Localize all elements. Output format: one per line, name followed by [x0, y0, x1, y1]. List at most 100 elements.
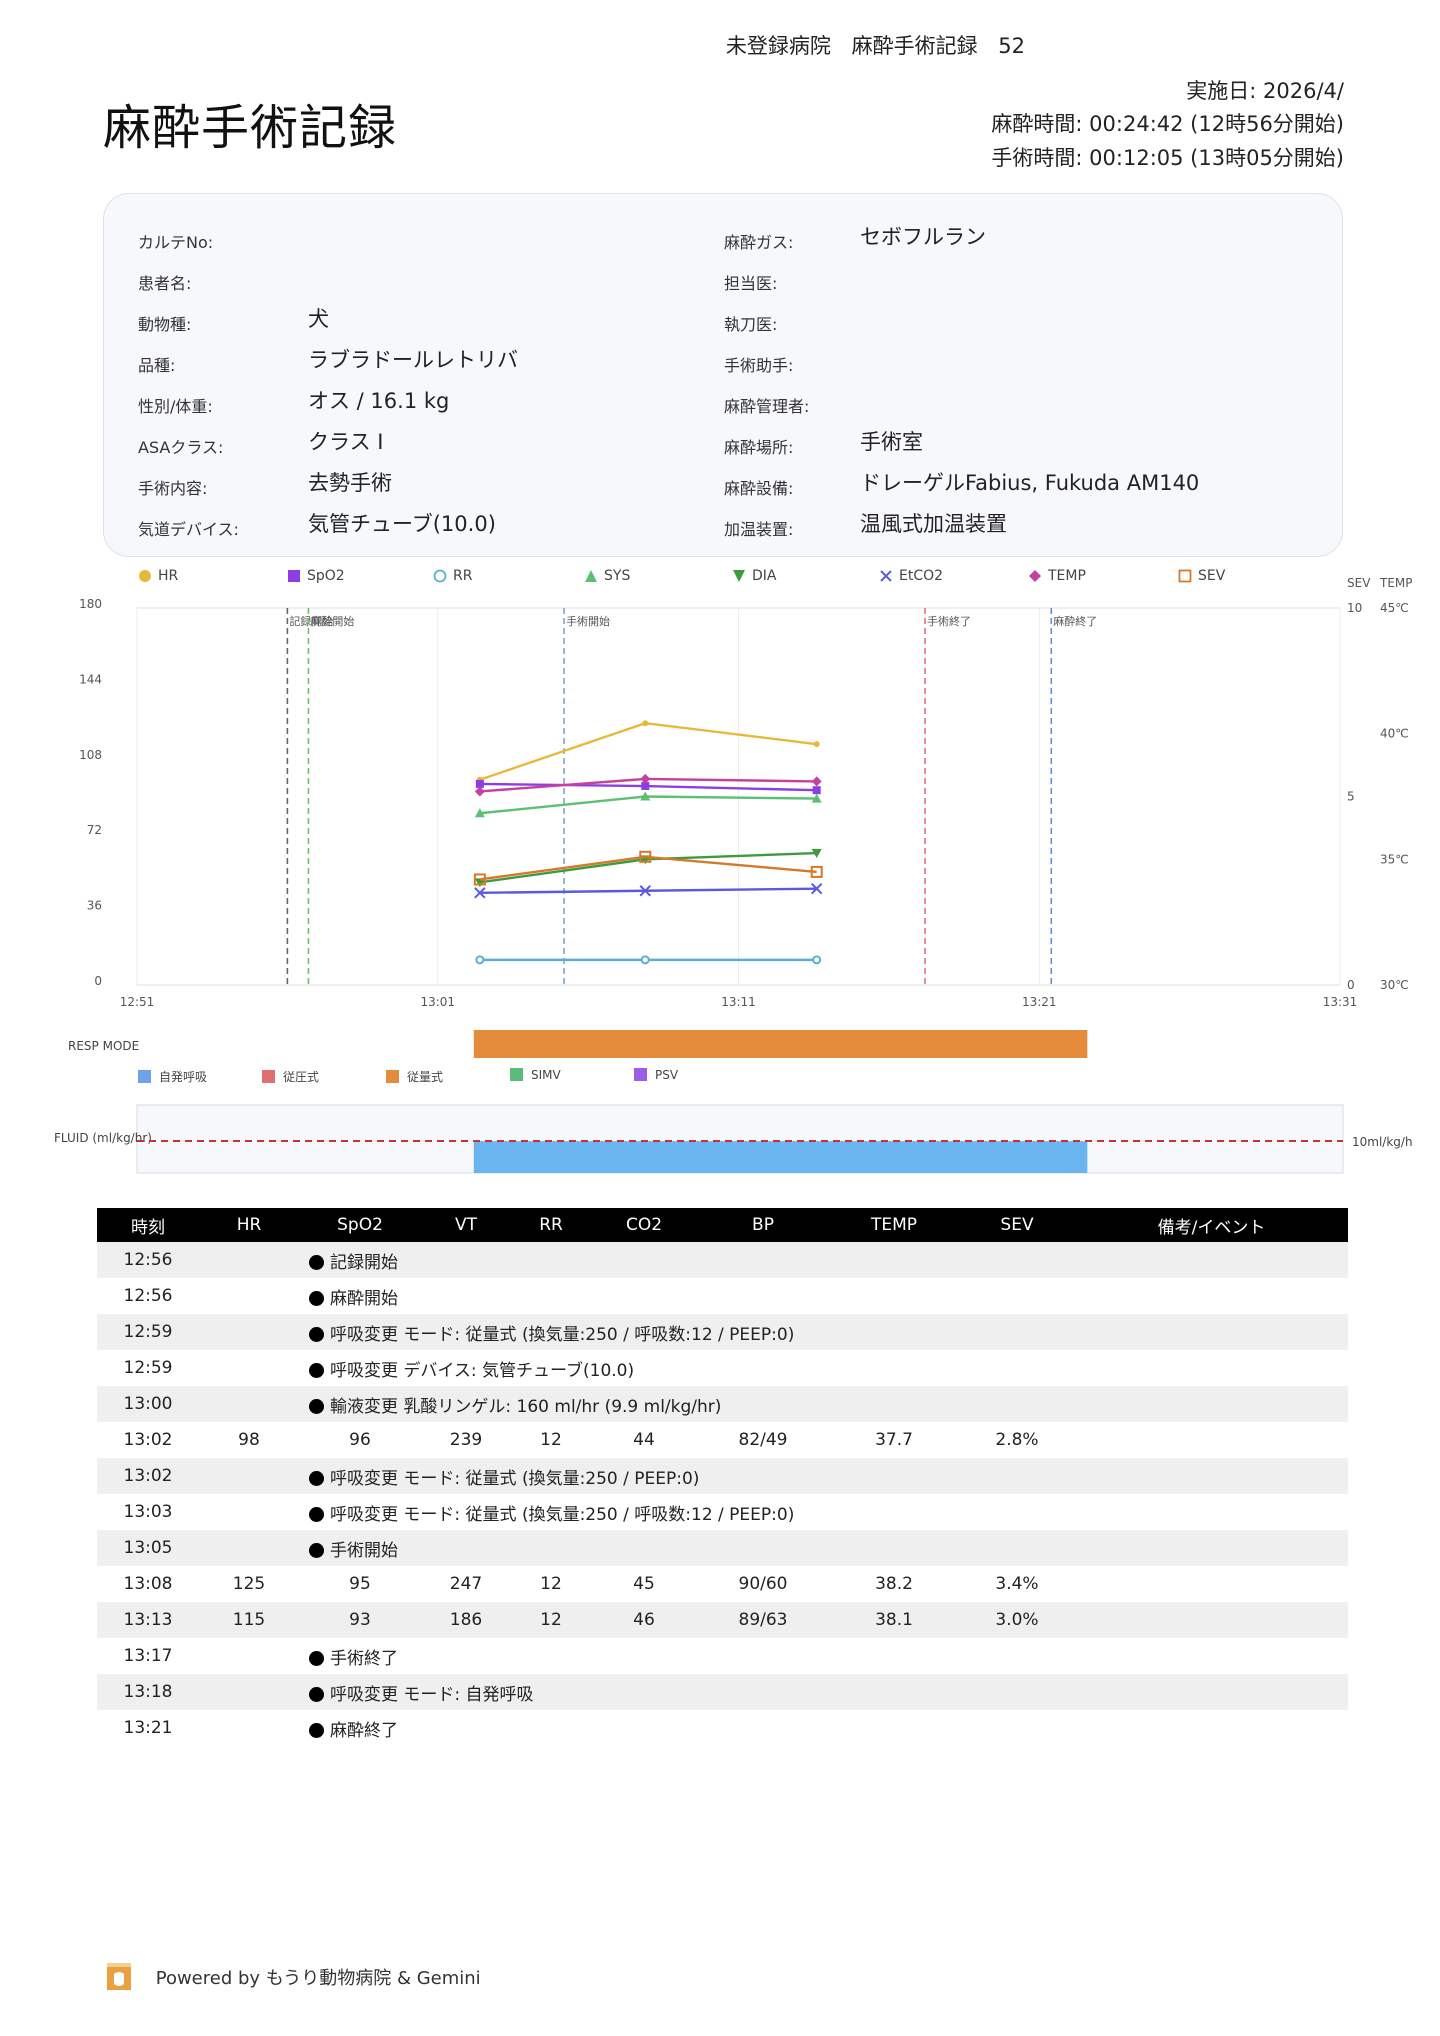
table-row: 13:17 手術終了 [97, 1638, 1348, 1674]
x-tick-label: 13:01 [420, 995, 455, 1009]
time-cell: 12:59 [123, 1358, 173, 1378]
column-header: CO2 [591, 1208, 697, 1242]
time-cell: 13:00 [97, 1386, 199, 1422]
temp-tick-label: 35℃ [1380, 852, 1409, 866]
event-label: 麻酔終了 [1053, 614, 1097, 628]
rr-cell: 12 [511, 1602, 591, 1638]
x-tick-label: 13:21 [1022, 995, 1057, 1009]
time-cell: 13:02 [123, 1430, 173, 1450]
y-tick-label: 72 [87, 823, 102, 837]
sev-cell: 3.0% [959, 1602, 1075, 1638]
event-cell: 輸液変更 乳酸リンゲル: 160 ml/hr (9.9 ml/kg/hr) [199, 1386, 1348, 1422]
event-text: 麻酔終了 [330, 1720, 398, 1741]
bullet-icon [309, 1722, 324, 1738]
temp-tick-label: 45℃ [1380, 601, 1409, 615]
spo2-cell: 93 [299, 1602, 421, 1638]
data-point-hr [642, 720, 649, 727]
bullet-icon [309, 1290, 324, 1306]
event-text: 記録開始 [330, 1252, 398, 1273]
spo2-cell: 95 [349, 1574, 371, 1594]
bp-cell: 90/60 [738, 1574, 788, 1594]
table-row: 13:13 115 93 186 12 46 89/63 38.1 3.0% [97, 1602, 1348, 1638]
color-swatch-icon [510, 1068, 523, 1081]
bullet-icon [309, 1254, 324, 1270]
event-cell: 麻酔終了 [199, 1710, 1348, 1746]
note-cell [1075, 1422, 1348, 1458]
event-text: 呼吸変更 モード: 自発呼吸 [330, 1684, 534, 1705]
table-row: 12:56 麻酔開始 [97, 1278, 1348, 1314]
time-cell: 13:08 [123, 1574, 173, 1594]
data-point-rr [640, 955, 650, 965]
footer: Powered by もうり動物病院 & Gemini [106, 1962, 481, 1992]
co2-cell: 46 [591, 1602, 697, 1638]
event-text: 麻酔開始 [330, 1288, 398, 1309]
time-cell: 13:17 [123, 1646, 173, 1666]
resp-mode-legend-label: 従圧式 [283, 1070, 320, 1084]
sev-cell: 3.4% [995, 1574, 1039, 1594]
bullet-icon [309, 1542, 324, 1558]
column-header: VT [421, 1208, 511, 1242]
y-tick-label: 0 [94, 974, 102, 988]
x-tick-label: 13:11 [721, 995, 756, 1009]
vt-cell: 247 [449, 1574, 483, 1594]
note-cell [1075, 1602, 1348, 1638]
event-text: 輸液変更 乳酸リンゲル: 160 ml/hr (9.9 ml/kg/hr) [330, 1396, 722, 1417]
rr-cell: 12 [540, 1430, 562, 1450]
fluid-bar [473, 1141, 1088, 1173]
color-swatch-icon [138, 1070, 151, 1083]
clinic-logo-icon [107, 1963, 131, 1990]
record-table: 時刻 HR SpO2 VT RR CO2 BP TEMP SEV 備考/イベント 12:56 記録開… [97, 1208, 1348, 1746]
resp-mode-legend-item: 自発呼吸 [138, 1068, 207, 1085]
y-tick-label: 144 [79, 672, 102, 686]
time-cell: 13:05 [97, 1530, 199, 1566]
y-tick-label: 180 [79, 597, 102, 611]
table-row: 13:02 98 96 239 12 44 82/49 37.7 2.8% [97, 1422, 1348, 1458]
data-point-spo2 [812, 786, 821, 795]
table-row: 12:59 呼吸変更 デバイス: 気管チューブ(10.0) [97, 1350, 1348, 1386]
event-cell: 手術終了 [199, 1638, 1348, 1674]
color-swatch-icon [386, 1070, 399, 1083]
column-header: RR [511, 1208, 591, 1242]
temp-cell: 38.2 [875, 1574, 913, 1594]
event-text: 呼吸変更 モード: 従量式 (換気量:250 / 呼吸数:12 / PEEP:0… [330, 1504, 795, 1525]
vt-cell: 239 [449, 1430, 483, 1450]
footer-text: Powered by もうり動物病院 & Gemini [155, 1968, 481, 1989]
temp-axis-title: TEMP [1379, 576, 1413, 590]
temp-tick-label: 30℃ [1380, 978, 1409, 992]
bullet-icon [309, 1326, 324, 1342]
data-point-hr [813, 741, 820, 748]
column-header: SEV [959, 1208, 1075, 1242]
resp-mode-legend-label: 従量式 [407, 1070, 444, 1084]
temp-cell: 38.1 [829, 1602, 959, 1638]
resp-mode-label: RESP MODE [68, 1039, 139, 1053]
event-text: 手術終了 [330, 1648, 398, 1669]
temp-cell: 37.7 [875, 1430, 913, 1450]
table-row: 12:56 記録開始 [97, 1242, 1348, 1278]
co2-cell: 45 [633, 1574, 655, 1594]
time-cell: 13:18 [97, 1674, 199, 1710]
table-row: 13:00 輸液変更 乳酸リンゲル: 160 ml/hr (9.9 ml/kg/h… [97, 1386, 1348, 1422]
hr-cell: 115 [199, 1602, 299, 1638]
time-cell: 12:59 [97, 1314, 199, 1350]
table-row: 13:21 麻酔終了 [97, 1710, 1348, 1746]
column-header: SpO2 [299, 1208, 421, 1242]
event-label: 手術終了 [927, 614, 971, 628]
event-cell: 呼吸変更 デバイス: 気管チューブ(10.0) [199, 1350, 1348, 1386]
column-header: BP [697, 1208, 829, 1242]
sev-tick-label: 5 [1347, 790, 1355, 804]
table-row: 13:05 手術開始 [97, 1530, 1348, 1566]
table-row: 13:18 呼吸変更 モード: 自発呼吸 [97, 1674, 1348, 1710]
data-point-rr [812, 955, 822, 965]
x-tick-label: 12:51 [120, 995, 155, 1009]
time-cell: 13:02 [97, 1458, 199, 1494]
time-cell: 13:21 [123, 1718, 173, 1738]
event-label: 手術開始 [566, 614, 610, 628]
column-header: 時刻 [97, 1208, 199, 1242]
fluid-label: FLUID (ml/kg/hr) [54, 1131, 152, 1145]
resp-mode-legend-label: PSV [655, 1068, 679, 1082]
table-row: 13:03 呼吸変更 モード: 従量式 (換気量:250 / 呼吸数:12 / P… [97, 1494, 1348, 1530]
resp-mode-legend-item: PSV [634, 1068, 678, 1082]
event-cell: 記録開始 [199, 1242, 1348, 1278]
time-cell: 13:03 [123, 1502, 173, 1522]
time-cell: 13:13 [97, 1602, 199, 1638]
